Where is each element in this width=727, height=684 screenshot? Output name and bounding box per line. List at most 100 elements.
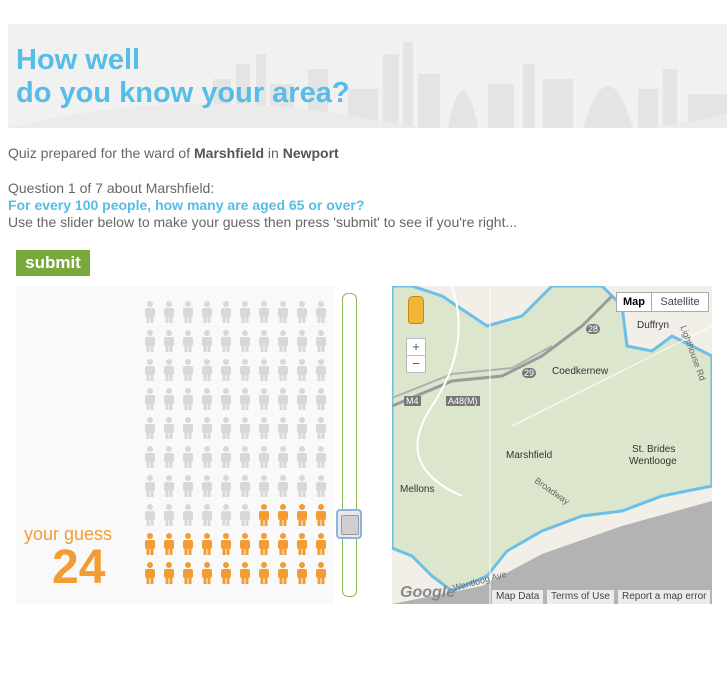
person-icon — [240, 388, 250, 410]
person-icon — [278, 504, 288, 526]
person-icon — [221, 562, 231, 584]
junction-shield: 29 — [522, 368, 537, 378]
person-icon — [316, 446, 326, 468]
person-icon — [316, 562, 326, 584]
person-icon — [221, 446, 231, 468]
question-counter: Question 1 of 7 about Marshfield: — [8, 180, 215, 196]
person-icon — [297, 388, 307, 410]
person-icon — [259, 301, 269, 323]
person-icon — [316, 388, 326, 410]
people-grid-panel: your guess 24 — [16, 286, 334, 604]
person-icon — [240, 330, 250, 352]
person-icon — [202, 533, 212, 555]
person-icon — [145, 417, 155, 439]
person-icon — [278, 562, 288, 584]
person-icon — [240, 475, 250, 497]
person-icon — [316, 417, 326, 439]
person-icon — [145, 330, 155, 352]
person-icon — [316, 504, 326, 526]
question-instructions: Use the slider below to make your guess … — [8, 214, 518, 230]
person-icon — [183, 562, 193, 584]
person-icon — [202, 301, 212, 323]
person-icon — [145, 533, 155, 555]
person-icon — [316, 533, 326, 555]
person-icon — [221, 301, 231, 323]
person-icon — [316, 359, 326, 381]
person-icon — [202, 562, 212, 584]
person-icon — [259, 417, 269, 439]
person-icon — [145, 301, 155, 323]
person-icon — [240, 446, 250, 468]
person-icon — [278, 330, 288, 352]
place-label: Duffryn — [637, 320, 670, 331]
person-icon — [240, 562, 250, 584]
guess-value: 24 — [52, 541, 106, 594]
person-icon — [259, 359, 269, 381]
person-icon — [164, 446, 174, 468]
person-icon — [183, 533, 193, 555]
map-type-satellite-button[interactable]: Satellite — [651, 292, 709, 312]
map-type-map-button[interactable]: Map — [616, 292, 652, 312]
street-view-pegman-icon[interactable] — [408, 296, 424, 324]
guess-slider-handle[interactable] — [336, 509, 362, 539]
person-icon — [240, 301, 250, 323]
person-icon — [278, 475, 288, 497]
person-icon — [278, 359, 288, 381]
question-text: For every 100 people, how many are aged … — [8, 197, 365, 213]
road-shield: A48(M) — [446, 396, 480, 406]
person-icon — [183, 388, 193, 410]
header-banner: How well do you know your area? — [8, 24, 727, 128]
person-icon — [259, 475, 269, 497]
person-icon — [259, 388, 269, 410]
submit-button[interactable]: submit — [16, 250, 90, 276]
person-icon — [297, 417, 307, 439]
place-label: Coedkernew — [552, 366, 609, 377]
person-icon — [240, 504, 250, 526]
person-icon — [240, 417, 250, 439]
map-data-link[interactable]: Map Data — [492, 590, 544, 604]
person-icon — [183, 417, 193, 439]
person-icon — [164, 475, 174, 497]
person-icon — [164, 359, 174, 381]
person-icon — [202, 359, 212, 381]
person-icon — [145, 475, 155, 497]
person-icon — [221, 533, 231, 555]
terms-of-use-link[interactable]: Terms of Use — [547, 590, 614, 604]
person-icon — [164, 330, 174, 352]
person-icon — [164, 417, 174, 439]
person-icon — [221, 330, 231, 352]
person-icon — [297, 301, 307, 323]
person-icon — [240, 359, 250, 381]
place-label: Wentlooge — [629, 456, 677, 467]
person-icon — [164, 562, 174, 584]
person-icon — [316, 475, 326, 497]
area-name: Newport — [282, 145, 339, 161]
person-icon — [202, 388, 212, 410]
person-icon — [297, 533, 307, 555]
place-label: Mellons — [400, 484, 435, 495]
person-icon — [202, 417, 212, 439]
person-icon — [297, 475, 307, 497]
zoom-out-button[interactable]: − — [406, 355, 426, 373]
person-icon — [297, 359, 307, 381]
person-icon — [297, 446, 307, 468]
zoom-in-button[interactable]: + — [406, 338, 426, 356]
person-icon — [297, 562, 307, 584]
person-icon — [278, 417, 288, 439]
person-icon — [259, 562, 269, 584]
place-label: Marshfield — [506, 450, 553, 461]
report-map-error-link[interactable]: Report a map error — [618, 590, 711, 604]
person-icon — [221, 475, 231, 497]
guess-slider-track[interactable] — [342, 293, 357, 597]
person-icon — [221, 417, 231, 439]
place-label: St. Brides — [632, 444, 676, 455]
quiz-intro: Quiz prepared for the ward of Marshfield… — [8, 145, 339, 161]
person-icon — [221, 359, 231, 381]
person-icon — [145, 562, 155, 584]
person-icon — [145, 388, 155, 410]
person-icon — [259, 330, 269, 352]
person-icon — [316, 301, 326, 323]
ward-map[interactable]: + − Map Satellite Duffryn Coedkernew Mar… — [392, 286, 712, 604]
person-icon — [183, 504, 193, 526]
person-icon — [316, 330, 326, 352]
